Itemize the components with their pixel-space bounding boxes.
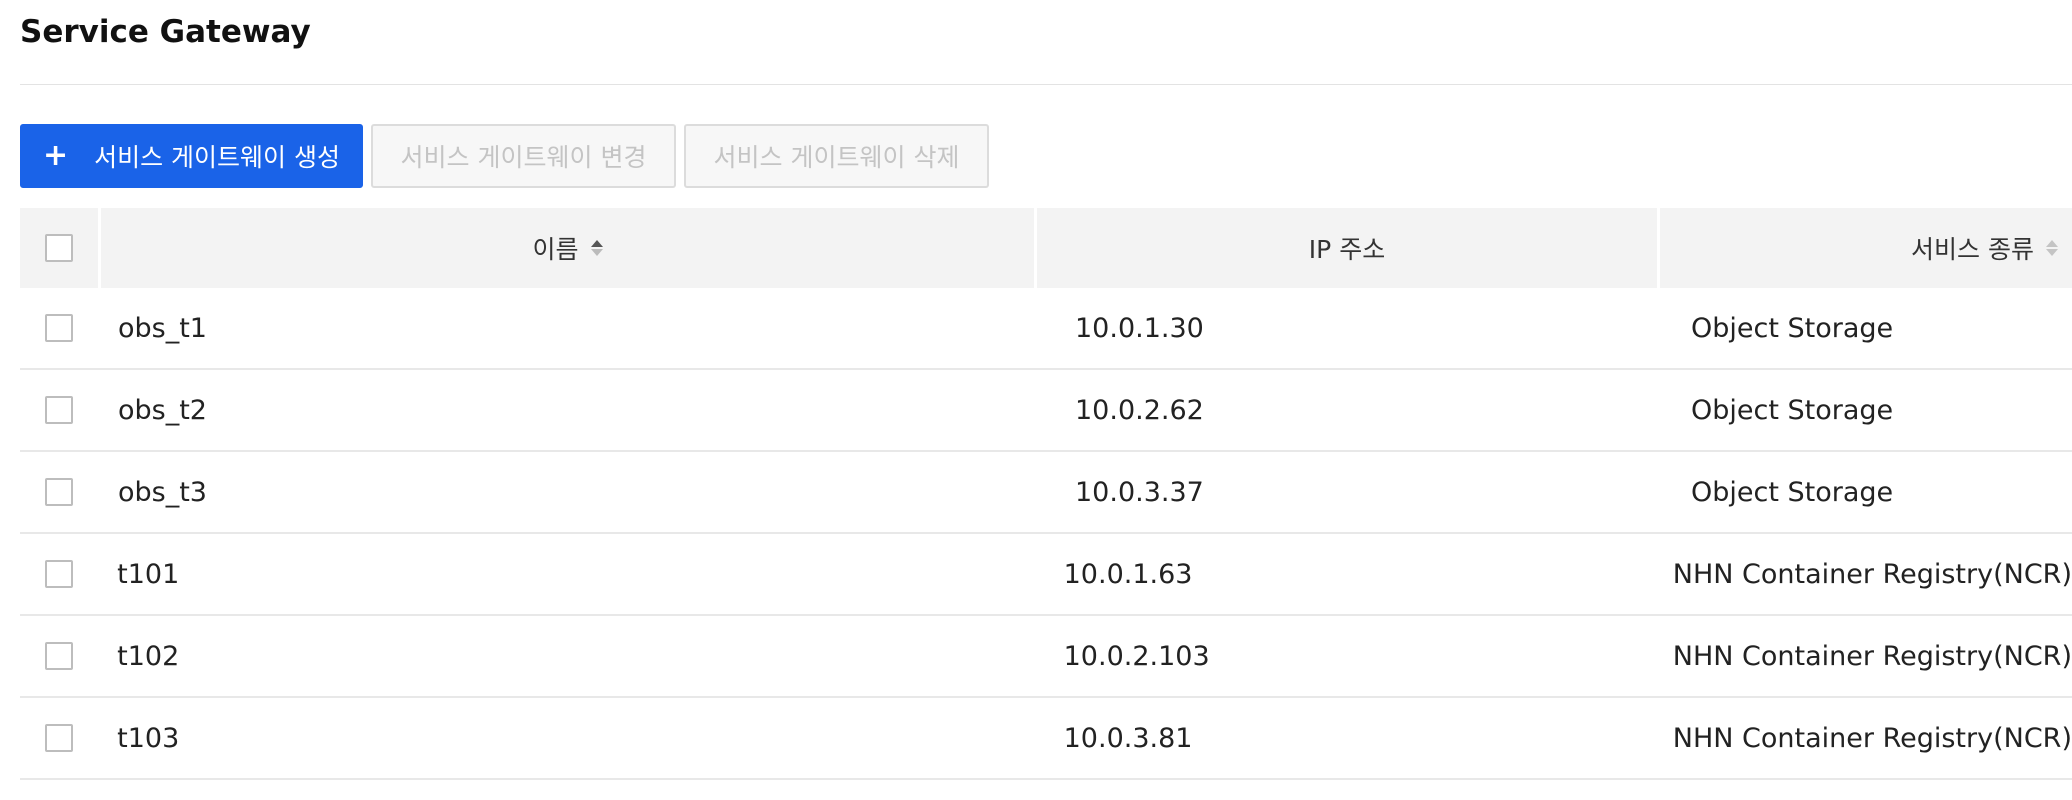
column-header-type[interactable]: 서비스 종류 [1660, 208, 2072, 288]
row-select-cell [20, 478, 98, 506]
plus-icon: + [42, 138, 69, 173]
cell-name: obs_t3 [118, 476, 207, 508]
table-header: 이름 IP 주소 서비스 종류 [20, 208, 2072, 288]
cell-type: Object Storage [1691, 476, 1894, 508]
table-row[interactable]: t103 10.0.3.81 NHN Container Registry(NC… [20, 698, 2072, 780]
column-ip-label: IP 주소 [1308, 235, 1386, 264]
cell-name: obs_t2 [118, 394, 207, 426]
row-select-cell [20, 560, 97, 588]
table-row[interactable]: t101 10.0.1.63 NHN Container Registry(NC… [20, 534, 2072, 616]
delete-service-gateway-button[interactable]: 서비스 게이트웨이 삭제 [684, 124, 989, 188]
cell-name: obs_t1 [118, 312, 207, 344]
cell-name: t103 [117, 722, 180, 754]
row-checkbox[interactable] [44, 560, 73, 588]
service-gateway-table: 이름 IP 주소 서비스 종류 obs_t1 10.0.1.30 Object … [20, 208, 2072, 780]
select-all-checkbox[interactable] [45, 234, 73, 262]
cell-name: t102 [117, 640, 180, 672]
table-row[interactable]: obs_t2 10.0.2.62 Object Storage [20, 370, 2072, 452]
cell-type: NHN Container Registry(NCR) [1672, 640, 2072, 672]
title-divider [20, 84, 2072, 85]
header-select-cell [20, 208, 98, 288]
row-select-cell [20, 642, 97, 670]
cell-ip: 10.0.3.37 [1075, 476, 1204, 508]
row-select-cell [20, 314, 98, 342]
create-button-label: 서비스 게이트웨이 생성 [94, 143, 341, 172]
sort-icon[interactable] [2046, 240, 2058, 256]
table-row[interactable]: t102 10.0.2.103 NHN Container Registry(N… [20, 616, 2072, 698]
sort-icon[interactable] [590, 240, 603, 256]
row-select-cell [20, 396, 98, 424]
row-select-cell [20, 724, 97, 752]
row-checkbox[interactable] [45, 314, 73, 342]
create-service-gateway-button[interactable]: + 서비스 게이트웨이 생성 [20, 124, 363, 188]
cell-type: NHN Container Registry(NCR) [1672, 722, 2072, 754]
page-title: Service Gateway [20, 14, 311, 50]
cell-ip: 10.0.1.63 [1063, 558, 1193, 590]
cell-type: Object Storage [1691, 394, 1894, 426]
column-type-label: 서비스 종류 [1911, 235, 2034, 264]
cell-ip: 10.0.3.81 [1063, 722, 1193, 754]
modify-service-gateway-button[interactable]: 서비스 게이트웨이 변경 [371, 124, 676, 188]
column-header-name[interactable]: 이름 [101, 208, 1034, 288]
cell-type: Object Storage [1691, 312, 1894, 344]
toolbar: + 서비스 게이트웨이 생성 서비스 게이트웨이 변경 서비스 게이트웨이 삭제 [20, 124, 989, 188]
cell-ip: 10.0.1.30 [1075, 312, 1204, 344]
row-checkbox[interactable] [45, 478, 73, 506]
cell-type: NHN Container Registry(NCR) [1672, 558, 2072, 590]
cell-ip: 10.0.2.62 [1075, 394, 1204, 426]
row-checkbox[interactable] [45, 396, 73, 424]
row-checkbox[interactable] [44, 724, 73, 752]
table-row[interactable]: obs_t1 10.0.1.30 Object Storage [20, 288, 2072, 370]
row-checkbox[interactable] [44, 642, 73, 670]
table-row[interactable]: obs_t3 10.0.3.37 Object Storage [20, 452, 2072, 534]
column-name-label: 이름 [532, 235, 579, 264]
column-header-ip: IP 주소 [1037, 208, 1657, 288]
cell-ip: 10.0.2.103 [1063, 640, 1210, 672]
modify-button-label: 서비스 게이트웨이 변경 [400, 143, 647, 172]
cell-name: t101 [117, 558, 180, 590]
delete-button-label: 서비스 게이트웨이 삭제 [713, 143, 960, 172]
service-gateway-page: Service Gateway + 서비스 게이트웨이 생성 서비스 게이트웨이… [0, 0, 2072, 800]
